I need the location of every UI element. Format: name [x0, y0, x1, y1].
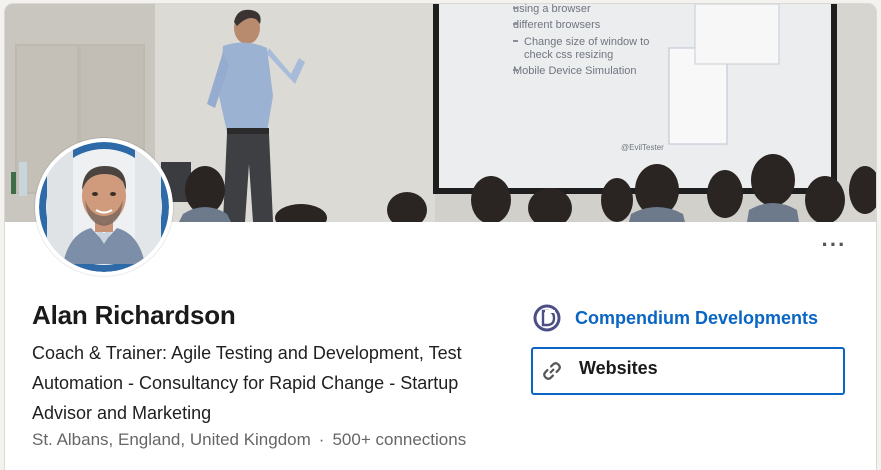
profile-card: using a browser different browsers Chang… — [5, 4, 876, 470]
more-horizontal-icon: ··· — [821, 232, 847, 257]
location-row: St. Albans, England, United Kingdom · 500+… — [32, 430, 466, 450]
company-link[interactable]: Compendium Developments — [533, 304, 818, 332]
profile-avatar[interactable] — [35, 138, 173, 276]
slide-bullet: check css resizing — [524, 49, 613, 61]
slide-bullet: Mobile Device Simulation — [513, 65, 637, 77]
slide-bullet: different browsers — [513, 19, 601, 31]
slide-handle: @EvilTester — [621, 143, 664, 152]
separator-dot: · — [318, 430, 325, 449]
websites-label: Websites — [579, 357, 658, 378]
slide-bullet: Change size of window to — [524, 36, 649, 48]
profile-headline: Coach & Trainer: Agile Testing and Devel… — [32, 343, 462, 423]
profile-name: Alan Richardson — [32, 300, 236, 330]
link-icon — [543, 362, 561, 380]
websites-button[interactable]: Websites — [531, 347, 845, 395]
connections-count[interactable]: 500+ connections — [332, 430, 466, 449]
company-logo-icon — [533, 304, 561, 332]
profile-location: St. Albans, England, United Kingdom — [32, 430, 311, 449]
company-name: Compendium Developments — [575, 307, 819, 328]
slide-bullet: using a browser — [513, 4, 591, 15]
avatar-photo — [39, 142, 169, 272]
more-actions-button[interactable]: ··· — [818, 234, 850, 258]
